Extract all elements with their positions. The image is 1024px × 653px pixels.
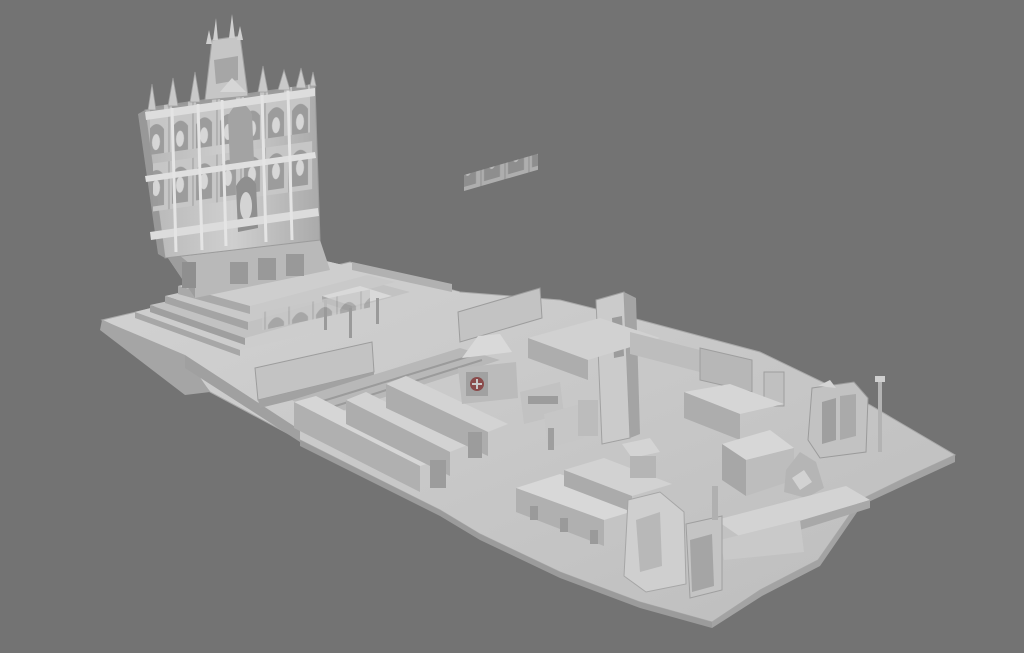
altarpiece	[138, 14, 321, 259]
3d-viewport[interactable]	[0, 0, 1024, 653]
choir-screen-right	[457, 153, 543, 343]
column	[595, 291, 640, 445]
church-interior-model	[100, 14, 957, 628]
side-altar	[807, 380, 869, 459]
